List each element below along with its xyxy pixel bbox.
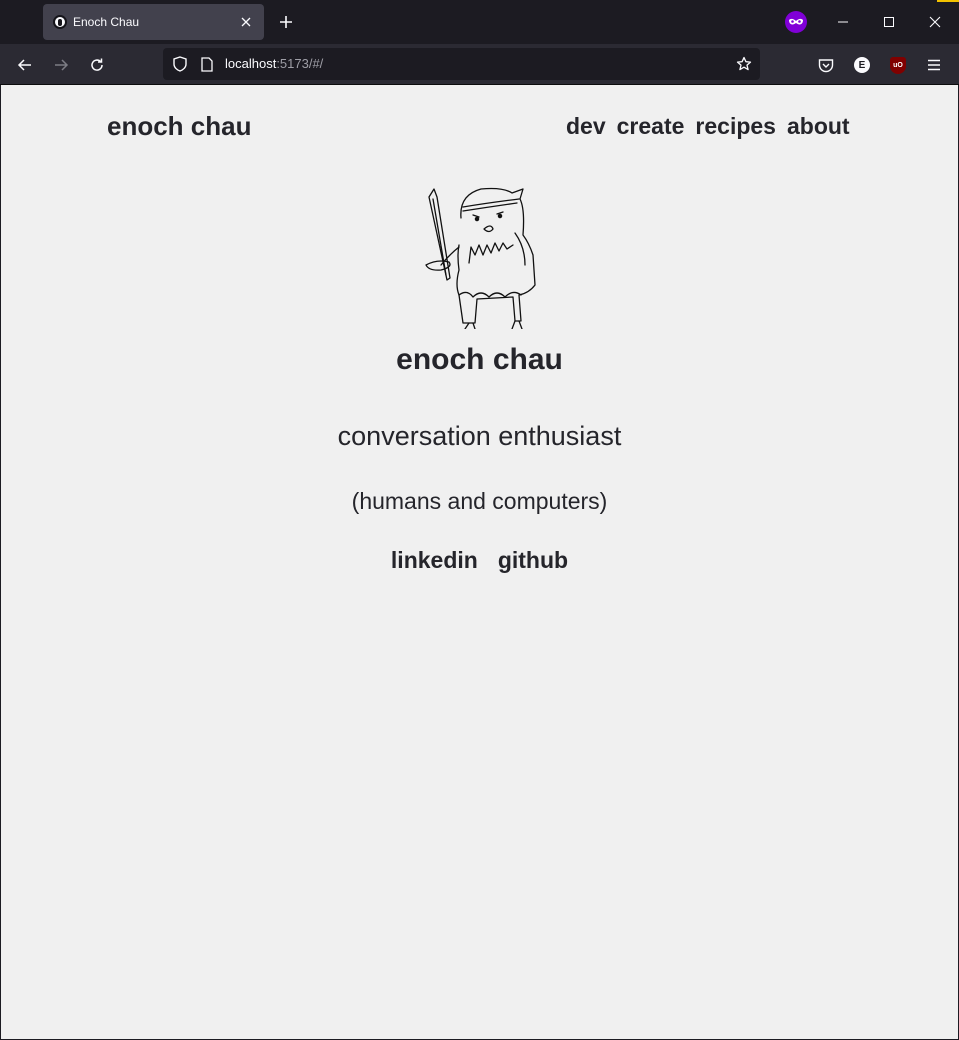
extension-e-icon[interactable]: E [851,54,873,76]
url-host: localhost [225,56,277,71]
back-arrow-icon[interactable] [12,52,38,78]
close-window-icon[interactable] [921,8,949,36]
site-brand-link[interactable]: enoch chau [107,111,251,142]
nav-link-about[interactable]: about [787,113,850,140]
hamburger-menu-icon[interactable] [923,54,945,76]
navigation-toolbar: localhost:5173/#/ E uO [0,44,959,85]
new-tab-plus-icon[interactable] [274,10,298,34]
nav-link-dev[interactable]: dev [566,113,606,140]
page-viewport: enoch chau dev create recipes about enoc… [1,85,958,1039]
site-favicon-icon [53,15,67,29]
social-links: linkedin github [1,547,958,574]
maximize-window-icon[interactable] [875,8,903,36]
owl-with-sword-drawing [425,187,536,329]
window-corner-accent [937,0,959,2]
tracking-shield-icon[interactable] [171,55,189,73]
tagline: conversation enthusiast [337,421,622,451]
hero-name: enoch chau [396,343,563,376]
ublock-icon[interactable]: uO [887,54,909,76]
minimize-window-icon[interactable] [829,8,857,36]
nav-link-recipes[interactable]: recipes [695,113,776,140]
tab-strip: Enoch Chau [0,0,959,44]
close-tab-icon[interactable] [236,12,256,32]
address-bar[interactable]: localhost:5173/#/ [163,48,760,80]
github-link[interactable]: github [498,547,568,574]
pocket-icon[interactable] [815,54,837,76]
nav-link-create[interactable]: create [617,113,685,140]
browser-tab-active[interactable]: Enoch Chau [43,4,264,40]
site-nav: dev create recipes about [566,113,850,140]
url-text[interactable]: localhost:5173/#/ [225,56,323,71]
bookmark-star-icon[interactable] [734,54,754,74]
forward-arrow-icon[interactable] [48,52,74,78]
url-path: :5173/#/ [276,56,324,71]
private-browsing-mask-icon[interactable] [785,11,807,33]
sub-tagline: (humans and computers) [351,488,608,514]
reload-icon[interactable] [84,52,110,78]
linkedin-link[interactable]: linkedin [391,547,478,574]
page-info-icon[interactable] [199,55,215,73]
tab-title: Enoch Chau [73,15,140,29]
